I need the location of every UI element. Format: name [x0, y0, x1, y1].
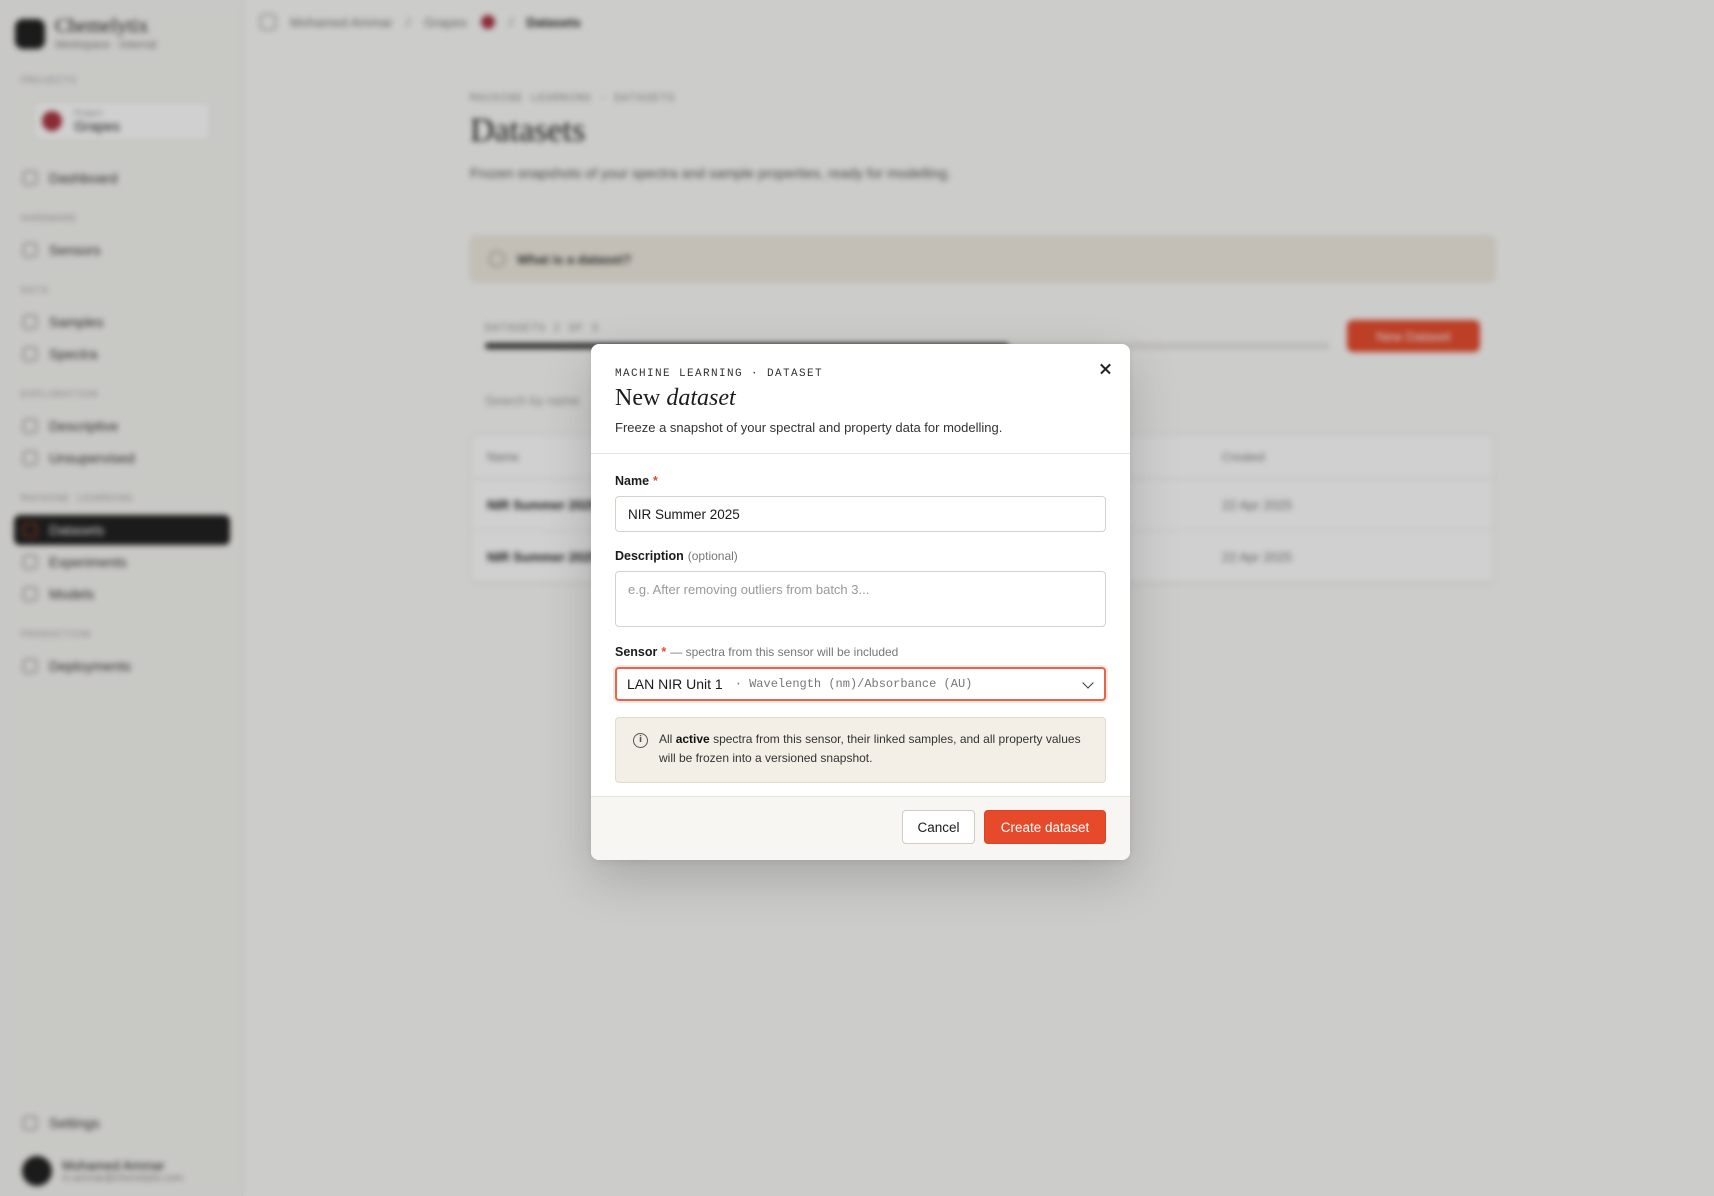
optional-hint: (optional)	[687, 549, 738, 563]
description-label-text: Description	[615, 549, 684, 563]
notice-prefix: All	[659, 732, 673, 746]
create-dataset-button[interactable]: Create dataset	[984, 810, 1106, 844]
notice-suffix: spectra from this sensor, their linked s…	[659, 732, 1081, 765]
dialog-title-plain: New	[615, 385, 661, 411]
snapshot-notice: i All active spectra from this sensor, t…	[615, 717, 1106, 783]
name-label-text: Name	[615, 474, 650, 488]
cancel-button[interactable]: Cancel	[902, 810, 975, 844]
info-icon: i	[633, 733, 648, 748]
dialog-kicker: MACHINE LEARNING · DATASET	[615, 368, 824, 380]
sensor-field-label: Sensor * — spectra from this sensor will…	[615, 645, 1106, 659]
required-marker: *	[661, 645, 667, 659]
sensor-hint: — spectra from this sensor will be inclu…	[670, 645, 899, 659]
notice-emphasis: active	[675, 732, 710, 746]
name-field-label: Name *	[615, 474, 1106, 488]
required-marker: *	[653, 474, 658, 488]
dialog-description: Freeze a snapshot of your spectral and p…	[615, 420, 1003, 435]
dialog-body: Name * NIR Summer 2025 Description (opti…	[591, 454, 1130, 783]
description-textarea[interactable]: e.g. After removing outliers from batch …	[615, 571, 1106, 627]
chevron-down-icon	[1082, 677, 1094, 689]
dialog-title: New dataset	[615, 385, 1106, 412]
close-icon[interactable]	[1094, 358, 1116, 380]
sensor-select-meta: · Wavelength (nm)/Absorbance (AU)	[734, 677, 973, 691]
dialog-header: MACHINE LEARNING · DATASET New dataset F…	[591, 344, 1130, 454]
sensor-select[interactable]: LAN NIR Unit 1 · Wavelength (nm)/Absorba…	[615, 667, 1106, 701]
name-input[interactable]: NIR Summer 2025	[615, 496, 1106, 532]
description-field-label: Description (optional)	[615, 549, 1106, 563]
sensor-label-text: Sensor	[615, 645, 658, 659]
dialog-footer: Cancel Create dataset	[591, 796, 1130, 860]
new-dataset-dialog: MACHINE LEARNING · DATASET New dataset F…	[591, 344, 1130, 860]
dialog-title-italic: dataset	[666, 385, 736, 411]
sensor-select-value: LAN NIR Unit 1	[627, 676, 723, 692]
